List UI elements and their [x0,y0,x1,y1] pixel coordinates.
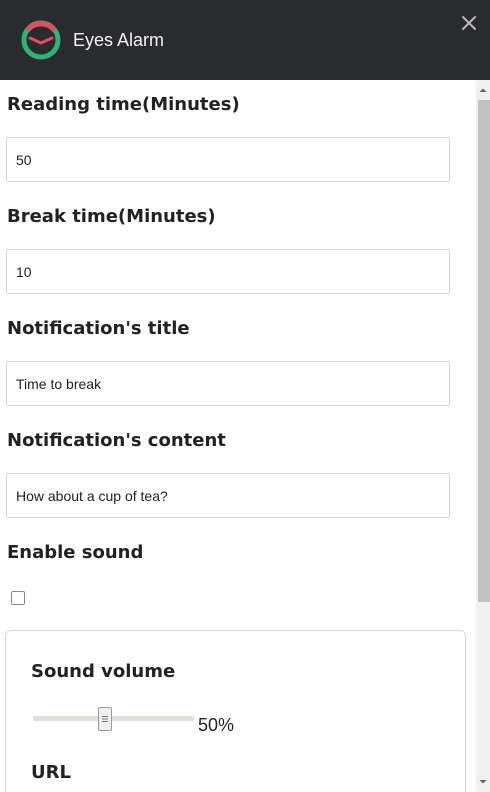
url-label: URL [31,762,71,783]
app-title: Eyes Alarm [73,30,165,50]
vertical-scrollbar[interactable] [476,80,490,792]
volume-value: 50% [198,715,235,735]
notification-content-input[interactable] [6,473,450,518]
enable-sound-label: Enable sound [7,542,144,563]
notification-title-input[interactable] [6,361,450,406]
scroll-down-arrow-icon[interactable] [476,776,490,788]
volume-slider-track[interactable] [33,716,194,721]
reading-time-input[interactable] [6,137,450,182]
volume-slider-handle[interactable] [98,707,112,731]
sound-volume-label: Sound volume [31,661,176,682]
break-time-input[interactable] [6,249,450,294]
scroll-up-arrow-icon[interactable] [476,84,490,96]
notification-content-label: Notification's content [7,430,226,451]
close-icon [462,16,476,30]
grip-icon [102,716,108,722]
break-time-label: Break time(Minutes) [7,206,216,227]
close-button[interactable] [458,12,480,34]
alarm-clock-ring-icon [21,20,61,60]
enable-sound-checkbox[interactable] [11,591,25,605]
title-bar: Eyes Alarm [0,0,490,80]
reading-time-label: Reading time(Minutes) [7,94,240,115]
notification-title-label: Notification's title [7,318,190,339]
sound-settings-panel: Sound volume 50% URL [5,630,466,792]
scrollbar-thumb[interactable] [478,100,490,602]
settings-form: Reading time(Minutes) Break time(Minutes… [0,80,476,792]
